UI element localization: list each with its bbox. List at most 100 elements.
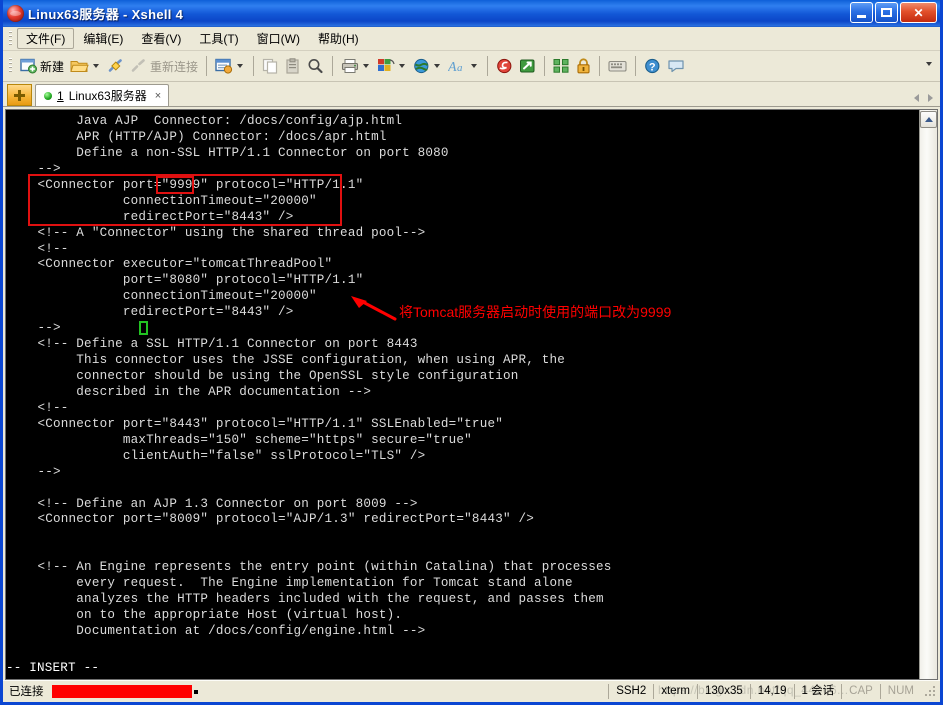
toolbar-separator-6 <box>599 56 601 76</box>
tab-title: Linux63服务器 <box>68 89 147 103</box>
resize-grip[interactable] <box>924 684 938 698</box>
fullscreen-icon <box>553 58 570 74</box>
new-tab-button[interactable] <box>7 84 32 106</box>
status-caps-lock: CAP <box>841 683 880 699</box>
globe-icon <box>413 58 430 74</box>
paste-icon <box>285 58 301 74</box>
session-manager-button[interactable] <box>212 54 248 78</box>
layout-button[interactable] <box>374 54 410 78</box>
xshell-script-button[interactable] <box>493 54 516 78</box>
terminal-line: Documentation at /docs/config/engine.htm… <box>22 624 426 638</box>
terminal-line: <Connector port="8009" protocol="AJP/1.3… <box>22 512 534 527</box>
reconnect-icon <box>130 58 147 74</box>
compose-bar-button[interactable] <box>605 54 630 78</box>
session-count-label: 会话 <box>811 684 835 697</box>
toolbar-drag-grip[interactable] <box>9 58 12 74</box>
terminal-line: maxThreads="150" scheme="https" secure="… <box>22 432 472 447</box>
terminal-line: described in the APR documentation --> <box>22 384 372 399</box>
connect-button[interactable] <box>104 54 127 78</box>
status-bar: https://blog.csdn.net/qq_44066... 已连接 SS… <box>3 680 940 701</box>
chat-bubble-icon <box>667 58 685 74</box>
xshell-logo-icon <box>7 5 24 22</box>
menu-help[interactable]: 帮助(H) <box>309 28 368 49</box>
maximize-button[interactable] <box>875 2 898 23</box>
open-session-button[interactable] <box>67 54 104 78</box>
connection-status: 已连接 <box>3 683 608 699</box>
session-manager-icon <box>215 58 233 74</box>
fullscreen-button[interactable] <box>550 54 573 78</box>
menu-edit[interactable]: 编辑(E) <box>74 28 132 49</box>
browser-button[interactable] <box>410 54 445 78</box>
terminal-line: on to the appropriate Host (virtual host… <box>22 608 403 623</box>
open-session-caret-icon[interactable] <box>93 64 100 68</box>
font-caret-icon[interactable] <box>471 64 478 68</box>
tab-number: 1 <box>57 88 64 103</box>
session-count-value: 1 <box>801 684 808 697</box>
lock-button[interactable] <box>573 54 594 78</box>
terminal-line: <!-- Define a SSL HTTP/1.1 Connector on … <box>22 337 418 352</box>
find-button[interactable] <box>304 54 327 78</box>
tab-scroll-right-icon[interactable] <box>928 94 933 102</box>
print-button[interactable] <box>338 54 374 78</box>
help-button[interactable]: ? <box>641 54 664 78</box>
redacted-host-block <box>51 684 192 698</box>
terminal-line: <!-- An Engine represents the entry poin… <box>22 560 612 575</box>
browser-caret-icon[interactable] <box>434 64 441 68</box>
title-bar: Linux63服务器 - Xshell 4 ✕ <box>3 0 940 27</box>
session-manager-caret-icon[interactable] <box>237 64 244 68</box>
terminal-line: analyzes the HTTP headers included with … <box>22 592 604 607</box>
terminal-line: port="8080" protocol="HTTP/1.1" <box>22 273 364 288</box>
terminal-line: --> <box>22 161 61 176</box>
terminal-line: Java AJP Connector: /docs/config/ajp.htm… <box>22 114 403 128</box>
tab-close-icon[interactable]: × <box>155 90 161 102</box>
terminal-line: <!-- A "Connector" using the shared thre… <box>22 225 426 240</box>
connection-status-label: 已连接 <box>9 686 44 698</box>
close-button[interactable]: ✕ <box>900 2 937 23</box>
font-button[interactable]: A a <box>445 54 482 78</box>
redacted-host-dot <box>193 689 198 694</box>
status-num-lock: NUM <box>879 683 921 699</box>
xftp-button[interactable] <box>516 54 539 78</box>
toolbar-separator-1 <box>206 56 208 76</box>
menu-window[interactable]: 窗口(W) <box>248 28 309 49</box>
paste-button <box>282 54 304 78</box>
terminal-line: redirectPort="8443" /> <box>22 209 294 224</box>
status-bar-cells: SSH2 xterm 130x35 14,19 1 会话 CAP NUM <box>608 683 940 699</box>
terminal-line: APR (HTTP/AJP) Connector: /docs/apr.html <box>22 129 387 144</box>
minimize-button[interactable] <box>850 2 873 23</box>
tab-bar: 1 Linux63服务器 × <box>3 82 940 107</box>
menu-tools[interactable]: 工具(T) <box>190 28 247 49</box>
toolbar-separator-4 <box>487 56 489 76</box>
copy-button <box>259 54 282 78</box>
terminal-output: Java AJP Connector: /docs/config/ajp.htm… <box>22 110 937 640</box>
terminal-line: <!-- <box>22 241 69 256</box>
help-icon: ? <box>644 58 661 74</box>
tab-linux63[interactable]: 1 Linux63服务器 × <box>35 84 170 106</box>
status-session-count: 1 会话 <box>793 683 842 699</box>
layout-caret-icon[interactable] <box>399 64 406 68</box>
status-term-type: xterm <box>653 683 697 699</box>
menu-bar: 文件(F) 编辑(E) 查看(V) 工具(T) 窗口(W) 帮助(H) <box>3 27 940 51</box>
terminal-line: --> <box>22 321 61 336</box>
terminal-line: connector should be using the OpenSSL st… <box>22 369 519 383</box>
chat-button[interactable] <box>664 54 688 78</box>
xftp-icon <box>519 58 536 74</box>
print-caret-icon[interactable] <box>363 64 370 68</box>
status-terminal-size: 130x35 <box>697 683 750 699</box>
menu-view[interactable]: 查看(V) <box>132 28 190 49</box>
terminal-screen[interactable]: Java AJP Connector: /docs/config/ajp.htm… <box>5 109 938 680</box>
svg-text:a: a <box>457 62 463 74</box>
tab-connected-indicator-icon <box>44 91 52 100</box>
toolbar-overflow-button[interactable] <box>922 62 934 66</box>
terminal-line: clientAuth="false" sslProtocol="TLS" /> <box>22 448 426 463</box>
toolbar-separator-2 <box>253 56 255 76</box>
new-session-button[interactable]: 新建 <box>17 54 67 78</box>
tab-scroll-left-icon[interactable] <box>914 94 919 102</box>
menu-drag-grip[interactable] <box>9 30 12 47</box>
window-title: Linux63服务器 - Xshell 4 <box>28 7 184 22</box>
reconnect-label: 重新连接 <box>150 59 199 74</box>
menu-file[interactable]: 文件(F) <box>17 28 75 49</box>
toolbar-separator-7 <box>635 56 637 76</box>
toolbar: 新建 重新连接 A a ? <box>3 51 940 82</box>
